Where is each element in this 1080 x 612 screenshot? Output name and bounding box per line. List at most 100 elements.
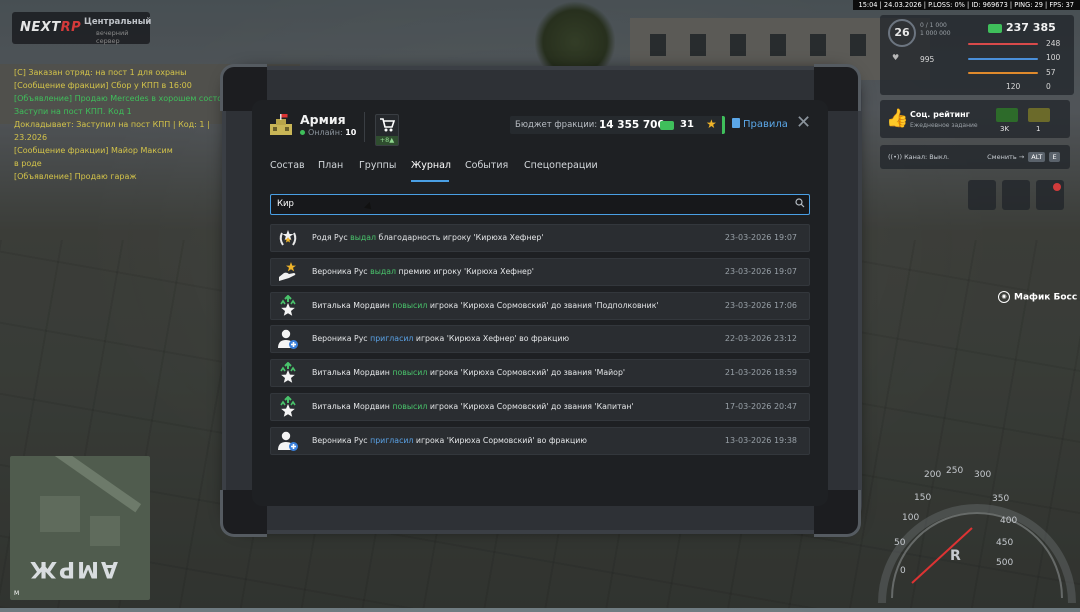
faction-online: Онлайн: 10 [300,128,356,137]
faction-shop-button[interactable]: +8▲ [375,114,399,146]
chat-line: [Сообщение фракции] Сбор у КПП в 16:00 [14,79,229,92]
hunger-value: 57 [1046,68,1056,77]
armor-value: 100 [1046,53,1060,62]
key-alt: ALT [1028,152,1045,162]
speed-tick: 200 [924,470,941,480]
calendar-icon[interactable] [968,180,996,210]
server-subtitle: вечерний сервер [96,29,150,45]
online-dot [300,130,305,135]
journal-text: Родя Рус выдал благодарность игроку 'Кир… [312,233,543,242]
journal-row: Вероника Рус пригласил игрока 'Кирюха Хе… [270,325,810,353]
tab-journal[interactable]: Журнал [411,160,451,171]
chat-line: 23.2026 [14,131,229,144]
tab-groups[interactable]: Группы [359,160,396,171]
book-icon [732,118,740,128]
journal-details: премию игроку 'Кирюха Хефнер' [398,267,533,276]
social-rating-subtitle: Ежедневное задание [910,122,978,129]
voice-channel[interactable]: ((•)) Канал: Выкл. Сменить → ALT E [880,145,1070,169]
speedometer-dial [872,458,1080,608]
status-topbar: 15:04 | 24.03.2026 | P.LOSS: 0% | ID: 96… [853,0,1080,10]
key-e: E [1049,152,1059,162]
journal-row: Виталька Мордвин повысил игрока 'Кирюха … [270,292,810,320]
cash-reward-icon [996,108,1018,122]
speed-tick: 500 [996,558,1013,568]
player-nameplate: ◉Мафик Босс [998,291,1077,303]
journal-action: повысил [392,301,427,310]
social-rating-title: Соц. рейтинг [910,110,970,119]
journal-action: выдал [370,267,396,276]
faction-budget: Бюджет фракции: 14 355 700 31 ★ [510,116,725,134]
menu-icon[interactable] [1002,180,1030,210]
search-input[interactable] [277,197,777,211]
money-display: 237 385 [988,21,1056,34]
journal-details: игрока 'Кирюха Сормовский' во фракцию [416,436,587,445]
tab-plan[interactable]: План [318,160,343,171]
tab-events[interactable]: События [465,160,508,171]
journal-actor: Виталька Мордвин [312,368,390,377]
journal-date: 21-03-2026 18:59 [725,368,797,377]
social-rating-panel[interactable]: 👍 Соц. рейтинг Ежедневное задание 3K 1 [880,100,1070,138]
speed-tick: 250 [946,466,963,476]
close-button[interactable]: ✕ [796,112,811,134]
tab-special-ops[interactable]: Спецоперации [524,160,598,171]
journal-date: 17-03-2026 20:47 [725,402,797,411]
shop-bonus-badge: +8▲ [376,136,398,145]
chat-line: Докладывает: Заступил на пост КПП | Код:… [14,118,229,131]
journal-date: 23-03-2026 17:06 [725,301,797,310]
journal-text: Виталька Мордвин повысил игрока 'Кирюха … [312,301,659,310]
journal-actor: Виталька Мордвин [312,301,390,310]
map-building [90,516,120,546]
laurel-star-icon [277,227,299,249]
reward-value-2: 1 [1036,125,1040,133]
gear-indicator: R [950,548,961,564]
journal-row: Вероника Рус выдал премию игроку 'Кирюха… [270,258,810,286]
speed-tick: 450 [996,538,1013,548]
rules-link[interactable]: Правила [732,118,788,130]
journal-date: 22-03-2026 23:12 [725,334,797,343]
speed-tick: 400 [1000,516,1017,526]
budget-coins: 31 [680,119,694,130]
journal-action: повысил [392,368,427,377]
journal-details: игрока 'Кирюха Хефнер' во фракцию [416,334,569,343]
journal-actor: Виталька Мордвин [312,402,390,411]
minimap[interactable]: АМРЖ M [10,456,150,600]
tab-sostav[interactable]: Состав [270,160,305,171]
faction-name: Армия [300,112,346,127]
star-up-icon [277,295,299,317]
journal-date: 23-03-2026 19:07 [725,267,797,276]
voice-switch-hint: Сменить → [987,153,1024,161]
journal-actor: Вероника Рус [312,436,368,445]
map-label: АМРЖ [28,556,118,581]
journal-details: игрока 'Кирюха Сормовский' до звания 'По… [430,301,659,310]
journal-actor: Родя Рус [312,233,348,242]
cart-icon [376,115,398,135]
level-badge: 26 [888,19,916,47]
star-up-icon [277,362,299,384]
speed-tick: 50 [894,538,905,548]
journal-details: игрока 'Кирюха Сормовский' до звания 'Ма… [430,368,625,377]
log-search [270,194,810,215]
heart-icon: ♥ [892,53,899,62]
hand-star-icon [277,261,299,283]
search-icon[interactable] [795,198,805,208]
chat-line: в роде [14,157,229,170]
speed-tick: 150 [914,493,931,503]
journal-row: Родя Рус выдал благодарность игроку 'Кир… [270,224,810,252]
server-logo: NEXTRP Центральный вечерний сервер [12,12,150,44]
chat-log: [С] Заказан отряд: на пост 1 для охраны[… [14,66,229,183]
coin-reward-icon [1028,108,1050,122]
speedometer: 0 50 100 150 200 250 300 350 400 450 500… [872,458,1080,608]
voice-channel-label: Канал: Выкл. [904,153,949,161]
map-north-marker: M [14,590,19,597]
faction-panel: Армия Онлайн: 10 +8▲ Бюджет фракции: 14 … [252,100,828,506]
user-plus-icon [277,430,299,452]
chat-line: [Объявление] Продаю гараж [14,170,229,183]
cash-icon [988,24,1002,33]
speed-tick: 350 [992,494,1009,504]
journal-date: 23-03-2026 19:07 [725,233,797,242]
microphone-icon: ◉ [998,291,1010,303]
chat-line: [Сообщение фракции] Майор Максим [14,144,229,157]
speed-tick: 0 [900,566,906,576]
star-icon: ★ [706,117,717,131]
chat-line: [С] Заказан отряд: на пост 1 для охраны [14,66,229,79]
